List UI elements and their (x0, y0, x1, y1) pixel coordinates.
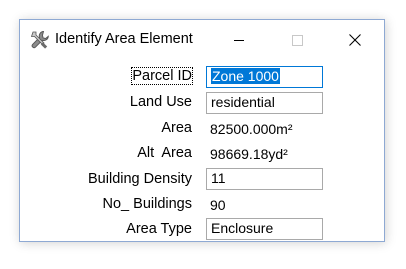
area-label: Area (161, 120, 192, 136)
area-type-label: Area Type (126, 221, 192, 237)
title-bar[interactable]: Identify Area Element (20, 20, 384, 60)
area-type-field[interactable]: Enclosure (206, 218, 323, 240)
parcel-id-field[interactable]: Zone 1000 (206, 66, 323, 88)
land-use-field[interactable]: residential (206, 92, 323, 114)
maximize-button[interactable] (274, 20, 320, 60)
land-use-label: Land Use (129, 94, 192, 110)
close-button[interactable] (332, 20, 378, 60)
minimize-icon (234, 40, 244, 41)
no-buildings-label: No_ Buildings (102, 196, 192, 212)
building-density-label: Building Density (88, 171, 192, 187)
land-use-value: residential (211, 94, 275, 110)
close-icon (349, 34, 361, 46)
maximize-icon (292, 35, 303, 46)
area-value: 82500.000m² (210, 121, 293, 137)
tools-icon (29, 29, 51, 51)
window-title: Identify Area Element (55, 31, 193, 47)
alt-area-label: Alt Area (137, 145, 192, 161)
building-density-value: 11 (211, 170, 226, 186)
identify-area-element-dialog: Identify Area Element Parcel ID Zone 100… (19, 19, 385, 242)
parcel-id-value: Zone 1000 (211, 68, 280, 84)
no-buildings-value: 90 (210, 197, 226, 213)
minimize-button[interactable] (216, 20, 262, 60)
parcel-id-label: Parcel ID (131, 67, 193, 85)
area-type-value: Enclosure (211, 220, 274, 236)
alt-area-label-text: Alt Area (137, 145, 192, 161)
alt-area-value: 98669.18yd² (210, 146, 288, 162)
building-density-field[interactable]: 11 (206, 168, 323, 190)
